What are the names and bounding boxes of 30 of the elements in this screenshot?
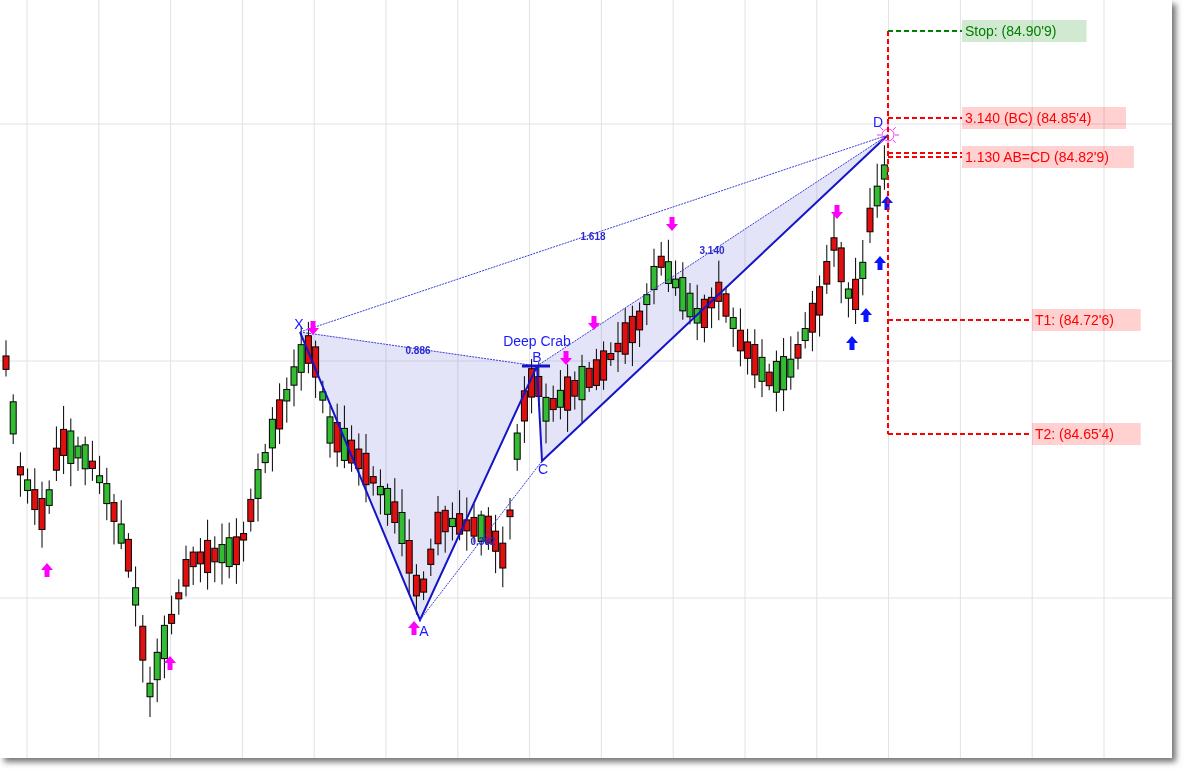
up-arrow-icon [408,621,420,635]
up-arrow-icon [874,256,886,270]
b-level-bar [522,364,550,368]
ratio-label: 0.382 [470,536,496,547]
up-arrow-icon [41,563,53,577]
down-arrow-icon [666,217,678,231]
ratio-label: 3.140 [699,245,725,256]
level-label: 3.140 (BC) (84.85'4) [962,107,1126,129]
up-arrow-icon [846,336,858,350]
candlestick [9,393,17,445]
down-arrow-icon [588,316,600,330]
down-arrow-icon [560,351,572,365]
up-arrow-icon [881,196,893,210]
ratio-label: 0.886 [405,345,431,356]
level-label: T1: (84.72'6) [1032,309,1141,331]
ratio-label: 1.618 [580,231,606,242]
down-arrow-icon [831,205,843,219]
point-label: C [537,461,549,477]
point-label: X [294,316,304,332]
level-label: 1.130 AB=CD (84.82'9) [962,146,1134,168]
down-arrow-icon [307,321,319,335]
candlestick [2,339,10,377]
level-label: Stop: (84.90'9) [962,20,1087,42]
up-arrow-icon [860,308,872,322]
level-label: T2: (84.65'4) [1032,423,1141,445]
pattern-name: Deep Crab [503,333,571,349]
point-label: D [872,114,884,130]
point-label: A [419,623,429,639]
up-arrow-icon [164,656,176,670]
point-label: B [532,349,542,365]
